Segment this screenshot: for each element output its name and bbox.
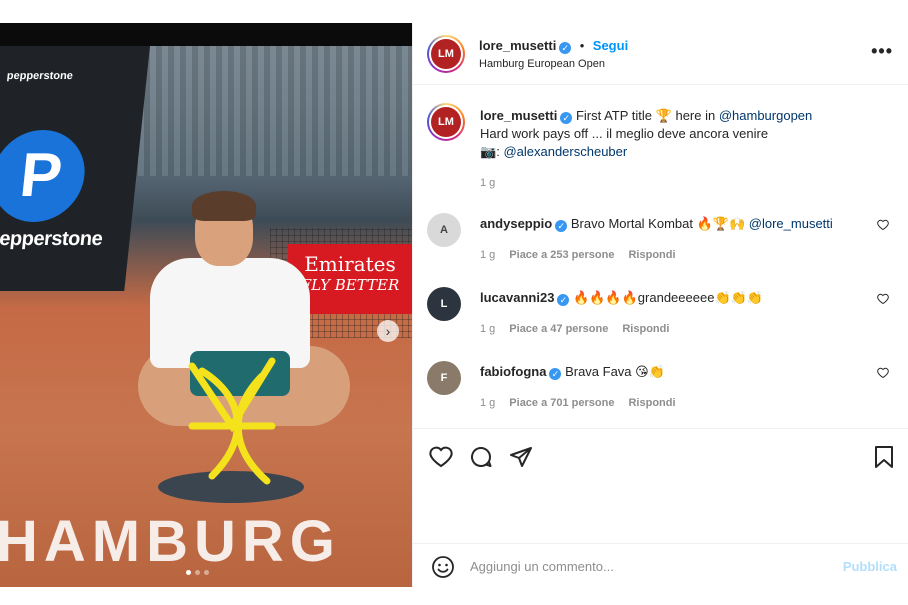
caption-time: 1 g [480, 177, 496, 189]
comment-meta: 1 g Piace a 253 persone Rispondi [480, 249, 676, 261]
comment-username[interactable]: lucavanni23 [480, 290, 554, 305]
caption: LM lore_musetti ✓ First ATP title 🏆 here … [427, 101, 897, 191]
carousel-dot [195, 570, 200, 575]
emirates-name: Emirates [304, 252, 396, 276]
comment-item: F fabiofogna ✓ Brava Fava 😘👏 1 g Piace a … [427, 361, 897, 421]
comment-bubble-icon[interactable] [469, 445, 493, 469]
caption-text-1: First ATP title [575, 108, 653, 123]
publish-button[interactable]: Pubblica [843, 559, 897, 574]
verified-badge-icon: ✓ [560, 112, 573, 124]
comment-meta: 1 g Piace a 701 persone Rispondi [480, 397, 676, 409]
save-bookmark-icon[interactable] [873, 445, 895, 469]
post-header: LM lore_musetti ✓ • Segui Hamburg Europea… [413, 23, 908, 85]
verified-badge-icon: ✓ [559, 42, 572, 54]
comment-composer: Aggiungi un commento... Pubblica [413, 543, 908, 587]
pepperstone-letter: P [16, 141, 66, 210]
caption-line-2: Hard work pays off ... il meglio deve an… [480, 126, 769, 141]
post-media[interactable]: Emirates FLY BETTER pepperstone P pepper… [0, 23, 412, 587]
caption-avatar[interactable]: LM [427, 103, 465, 141]
comment-mention[interactable]: @lore_musetti [749, 216, 833, 231]
location-link[interactable]: Hamburg European Open [479, 58, 605, 70]
comment-item: A andyseppio ✓ Bravo Mortal Kombat 🔥🏆🙌 @l… [427, 213, 897, 273]
caption-username[interactable]: lore_musetti [480, 108, 557, 123]
comment-username[interactable]: fabiofogna [480, 364, 546, 379]
player-hair [192, 191, 256, 221]
share-send-icon[interactable] [509, 445, 533, 469]
mention-hamburgopen[interactable]: @hamburgopen [719, 108, 812, 123]
like-heart-icon[interactable] [429, 445, 453, 469]
caption-text: lore_musetti ✓ First ATP title 🏆 here in … [480, 107, 890, 161]
carousel-dot-active [186, 570, 191, 575]
comment-time: 1 g [480, 397, 496, 409]
caption-text-2: here in [675, 108, 716, 123]
more-options-icon[interactable]: ••• [871, 41, 893, 62]
comment-time: 1 g [480, 249, 496, 261]
comment-text: fabiofogna ✓ Brava Fava 😘👏 [480, 363, 880, 381]
comment-reply-button[interactable]: Rispondi [628, 249, 675, 261]
comment-time: 1 g [480, 323, 496, 335]
commenter-avatar[interactable]: A [427, 213, 461, 247]
emoji-picker-icon[interactable] [431, 555, 455, 579]
trophy [188, 357, 276, 485]
trophy-emoji-icon: 🏆 [655, 108, 672, 123]
comment-body: 🔥🔥🔥🔥grandeeeeee👏👏👏 [573, 290, 763, 305]
comment-username[interactable]: andyseppio [480, 216, 552, 231]
camera-emoji-icon: 📷 [480, 144, 497, 159]
camera-colon: : [496, 144, 500, 159]
comment-text: lucavanni23 ✓ 🔥🔥🔥🔥grandeeeeee👏👏👏 [480, 289, 880, 307]
comment-text: andyseppio ✓ Bravo Mortal Kombat 🔥🏆🙌 @lor… [480, 215, 880, 233]
header-userline: lore_musetti ✓ • Segui [479, 37, 628, 55]
commenter-avatar[interactable]: F [427, 361, 461, 395]
comment-meta: 1 g Piace a 47 persone Rispondi [480, 323, 669, 335]
comment-body: Bravo Mortal Kombat 🔥🏆🙌 [570, 216, 746, 231]
author-avatar[interactable]: LM [427, 35, 465, 73]
post-actions [413, 428, 908, 548]
post-details-panel: LM lore_musetti ✓ • Segui Hamburg Europea… [412, 23, 908, 587]
comment-like-heart-icon[interactable] [877, 219, 889, 231]
comment-item: L lucavanni23 ✓ 🔥🔥🔥🔥grandeeeeee👏👏👏 1 g Pi… [427, 287, 897, 347]
mention-alexanderscheuber[interactable]: @alexanderscheuber [503, 144, 627, 159]
separator-dot: • [579, 38, 585, 53]
post-photo: Emirates FLY BETTER pepperstone P pepper… [0, 46, 412, 587]
comment-reply-button[interactable]: Rispondi [628, 397, 675, 409]
author-username[interactable]: lore_musetti [479, 38, 556, 53]
carousel-dots [186, 570, 209, 575]
comment-likes[interactable]: Piace a 47 persone [509, 323, 608, 335]
commenter-avatar[interactable]: L [427, 287, 461, 321]
verified-badge-icon: ✓ [557, 294, 570, 306]
pepperstone-board: pepperstone P pepperstone [0, 46, 150, 291]
comment-reply-button[interactable]: Rispondi [622, 323, 669, 335]
pepperstone-logo: P [0, 130, 90, 222]
comment-input[interactable]: Aggiungi un commento... [470, 559, 614, 574]
verified-badge-icon: ✓ [549, 368, 562, 380]
comment-likes[interactable]: Piace a 253 persone [509, 249, 614, 261]
post-viewer: Emirates FLY BETTER pepperstone P pepper… [0, 0, 908, 605]
pepperstone-big-label: pepperstone [0, 228, 104, 250]
comment-body: Brava Fava 😘👏 [565, 364, 665, 379]
verified-badge-icon: ✓ [555, 220, 568, 232]
comment-like-heart-icon[interactable] [877, 293, 889, 305]
carousel-dot [204, 570, 209, 575]
follow-button[interactable]: Segui [593, 38, 628, 53]
next-slide-button[interactable]: › [377, 320, 399, 342]
court-hamburg-text: HAMBURG [0, 509, 341, 574]
comment-likes[interactable]: Piace a 701 persone [509, 397, 614, 409]
comment-like-heart-icon[interactable] [877, 367, 889, 379]
pepperstone-small-label: pepperstone [6, 70, 74, 82]
